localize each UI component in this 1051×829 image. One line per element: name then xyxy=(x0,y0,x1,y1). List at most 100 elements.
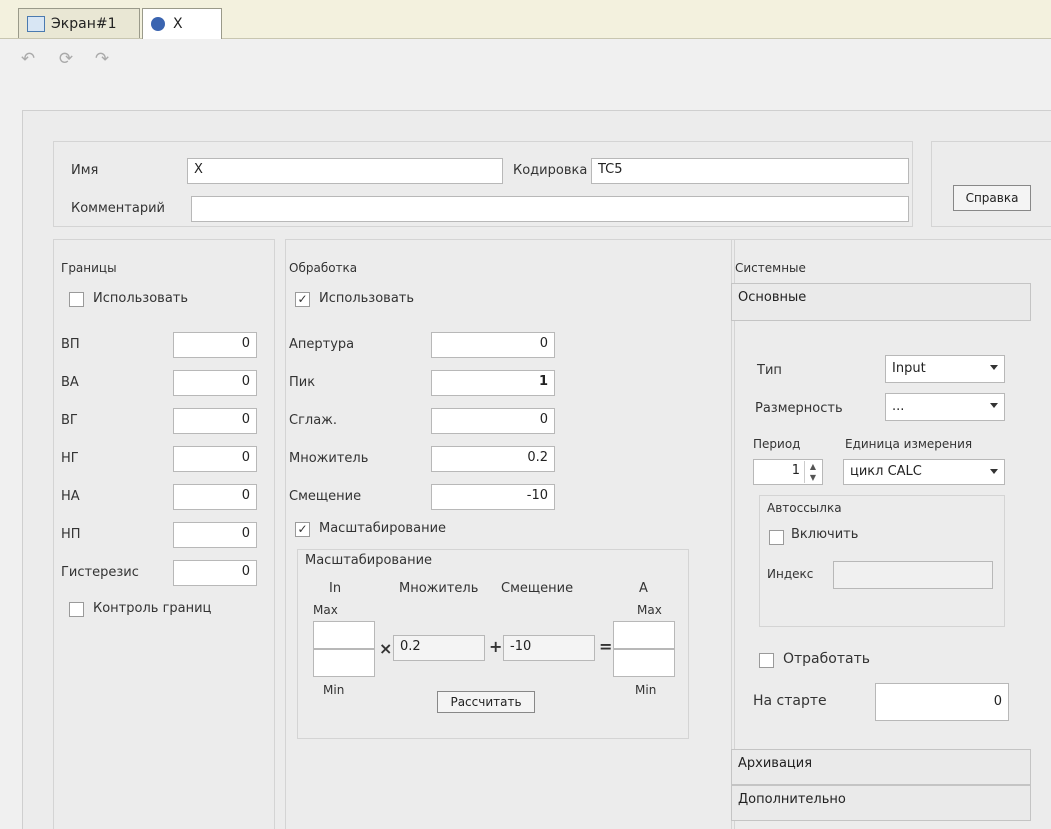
a-min-input[interactable] xyxy=(613,649,675,677)
multiplier-input[interactable]: 0.2 xyxy=(431,446,555,472)
bounds-title: Границы xyxy=(61,261,117,275)
variable-icon xyxy=(151,17,165,31)
type-value: Input xyxy=(892,361,926,376)
comment-label: Комментарий xyxy=(71,201,165,216)
processing-use-checkbox[interactable]: ✓ xyxy=(295,292,310,307)
scaling-check-label: Масштабирование xyxy=(319,521,447,536)
bound-input-vp[interactable]: 0 xyxy=(173,332,257,358)
scaling-title: Масштабирование xyxy=(305,553,433,568)
bound-input-ng[interactable]: 0 xyxy=(173,446,257,472)
basic-section-header[interactable]: Основные xyxy=(731,283,1031,321)
tab-variable-x[interactable]: X xyxy=(142,8,222,39)
scaling-min-right: Min xyxy=(635,683,657,697)
start-label: На старте xyxy=(753,693,827,709)
processing-title: Обработка xyxy=(289,261,358,275)
autolink-enable-label: Включить xyxy=(791,527,859,542)
period-label: Период xyxy=(753,437,801,451)
offset-label: Смещение xyxy=(289,489,362,504)
scaling-in-label: In xyxy=(329,581,342,596)
equals-sign: = xyxy=(599,637,613,656)
properties-panel: Имя X Кодировка TC5 Комментарий Справка … xyxy=(22,110,1051,829)
scaling-min-left: Min xyxy=(323,683,345,697)
period-value: 1 xyxy=(791,463,800,478)
system-title: Системные xyxy=(735,261,806,275)
scaling-max-right: Max xyxy=(637,603,662,617)
type-label: Тип xyxy=(757,363,782,378)
times-sign: × xyxy=(379,639,393,658)
name-label: Имя xyxy=(71,163,99,178)
scaling-mult-input[interactable]: 0.2 xyxy=(393,635,485,661)
scaling-offset-input[interactable]: -10 xyxy=(503,635,595,661)
unit-value: цикл CALC xyxy=(850,464,922,479)
bounds-use-label: Использовать xyxy=(93,291,189,306)
scaling-mult-label: Множитель xyxy=(399,581,479,596)
autolink-enable-checkbox[interactable] xyxy=(769,530,784,545)
bound-input-vg[interactable]: 0 xyxy=(173,408,257,434)
help-group xyxy=(931,141,1051,227)
archiving-section-header[interactable]: Архивация xyxy=(731,749,1031,785)
bound-label-ng: НГ xyxy=(61,451,79,466)
in-min-input[interactable] xyxy=(313,649,375,677)
aperture-label: Апертура xyxy=(289,337,355,352)
offset-input[interactable]: -10 xyxy=(431,484,555,510)
dimension-select[interactable]: ... xyxy=(885,393,1005,421)
bound-label-np: НП xyxy=(61,527,81,542)
scaling-checkbox[interactable]: ✓ xyxy=(295,522,310,537)
process-checkbox[interactable] xyxy=(759,653,774,668)
additional-section-header[interactable]: Дополнительно xyxy=(731,785,1031,821)
name-input[interactable]: X xyxy=(187,158,503,184)
encoding-label: Кодировка xyxy=(513,163,588,178)
spin-arrows-icon[interactable]: ▲ ▼ xyxy=(804,461,821,483)
index-input[interactable] xyxy=(833,561,993,589)
scaling-a-label: A xyxy=(639,581,648,596)
scaling-max-left: Max xyxy=(313,603,338,617)
bound-input-na[interactable]: 0 xyxy=(173,484,257,510)
undo-icon[interactable]: ↶ xyxy=(18,49,38,69)
smoothing-label: Сглаж. xyxy=(289,413,338,428)
autolink-title: Автоссылка xyxy=(767,501,842,515)
bounds-control-checkbox[interactable] xyxy=(69,602,84,617)
tab-screen-1[interactable]: Экран#1 xyxy=(18,8,140,38)
process-label: Отработать xyxy=(783,651,870,667)
type-select[interactable]: Input xyxy=(885,355,1005,383)
dimension-label: Размерность xyxy=(755,401,843,416)
unit-label: Единица измерения xyxy=(845,437,973,451)
tab-label: X xyxy=(173,16,183,32)
tab-bar: Экран#1 X xyxy=(0,0,1051,39)
help-button[interactable]: Справка xyxy=(953,185,1031,211)
calculate-button[interactable]: Рассчитать xyxy=(437,691,535,713)
refresh-icon[interactable]: ⟳ xyxy=(56,49,76,69)
in-max-input[interactable] xyxy=(313,621,375,649)
a-max-input[interactable] xyxy=(613,621,675,649)
dimension-value: ... xyxy=(892,399,905,414)
bound-input-va[interactable]: 0 xyxy=(173,370,257,396)
bound-label-na: НА xyxy=(61,489,80,504)
smoothing-input[interactable]: 0 xyxy=(431,408,555,434)
multiplier-label: Множитель xyxy=(289,451,369,466)
bound-label-vg: ВГ xyxy=(61,413,78,428)
aperture-input[interactable]: 0 xyxy=(431,332,555,358)
toolbar: ↶ ⟳ ↷ xyxy=(0,39,1051,79)
peak-input[interactable]: 1 xyxy=(431,370,555,396)
unit-select[interactable]: цикл CALC xyxy=(843,459,1005,485)
scaling-offset-label: Смещение xyxy=(501,581,574,596)
chevron-down-icon xyxy=(990,469,998,474)
encoding-input[interactable]: TC5 xyxy=(591,158,909,184)
bounds-use-checkbox[interactable] xyxy=(69,292,84,307)
plus-sign: + xyxy=(489,637,503,656)
hysteresis-input[interactable]: 0 xyxy=(173,560,257,586)
bound-input-np[interactable]: 0 xyxy=(173,522,257,548)
bound-label-vp: ВП xyxy=(61,337,80,352)
bounds-control-label: Контроль границ xyxy=(93,601,212,616)
bound-label-va: ВА xyxy=(61,375,79,390)
screen-icon xyxy=(27,15,45,32)
start-input[interactable]: 0 xyxy=(875,683,1009,721)
chevron-down-icon xyxy=(990,365,998,370)
hysteresis-label: Гистерезис xyxy=(61,565,139,580)
tab-label: Экран#1 xyxy=(51,15,117,32)
redo-icon[interactable]: ↷ xyxy=(92,49,112,69)
comment-input[interactable] xyxy=(191,196,909,222)
period-spin-input[interactable]: 1 ▲ ▼ xyxy=(753,459,823,485)
processing-use-label: Использовать xyxy=(319,291,415,306)
index-label: Индекс xyxy=(767,567,814,581)
